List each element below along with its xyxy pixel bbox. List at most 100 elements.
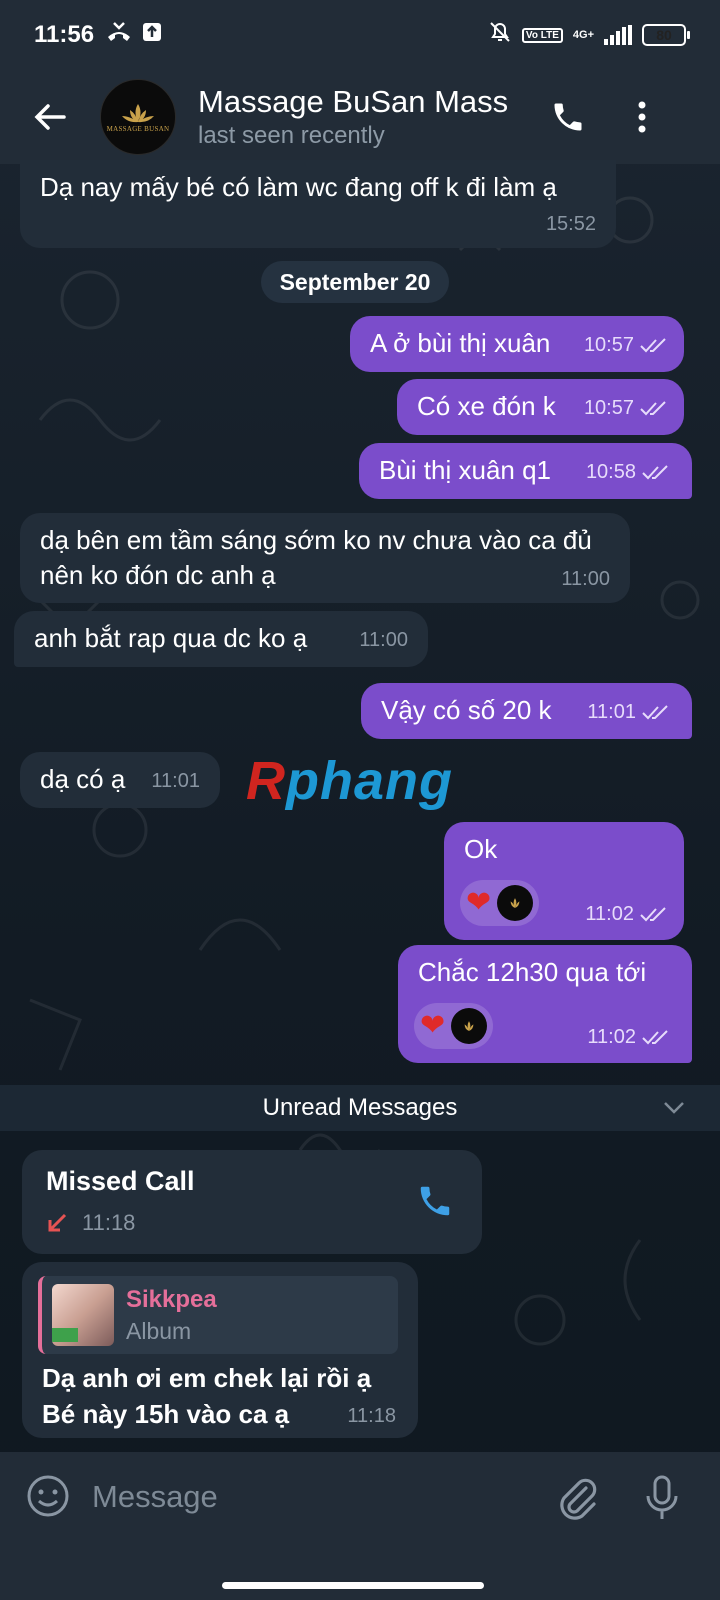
signal-icon	[604, 25, 632, 45]
chat-status: last seen recently	[198, 122, 385, 149]
battery-icon: 80	[642, 24, 690, 46]
message-text: anh bắt rap qua dc ko ạ	[34, 623, 308, 653]
upload-status-icon	[142, 22, 162, 48]
lotus-logo-icon	[464, 1021, 474, 1031]
message-text: Dạ nay mấy bé có làm wc đang off k đi là…	[40, 172, 557, 202]
message-text: Có xe đón k	[417, 391, 556, 421]
chat-avatar[interactable]: MASSAGE BUSAN	[100, 79, 176, 155]
phone-icon	[554, 103, 582, 131]
message-bubble[interactable]: Sikkpea Album Dạ anh ơi em chek lại rồi …	[22, 1262, 418, 1438]
message-meta: 10:57	[584, 391, 670, 426]
microphone-icon	[646, 1475, 678, 1519]
message-time: 11:01	[151, 770, 200, 792]
message-input[interactable]	[92, 1472, 512, 1522]
message-time: 11:00	[359, 629, 408, 651]
missed-call-arrow-icon	[48, 1213, 67, 1232]
lotus-logo-icon	[122, 103, 154, 122]
message-text: Vậy có số 20 k	[381, 695, 552, 725]
message-time: 11:01	[587, 701, 636, 723]
avatar-brand-text: MASSAGE BUSAN	[106, 124, 170, 133]
double-check-icon	[642, 464, 668, 479]
double-check-icon	[642, 704, 668, 719]
unread-messages-divider[interactable]: Unread Messages	[0, 1085, 720, 1131]
message-meta: 10:58	[586, 455, 672, 490]
status-bar: 11:56 Vo LTE 4G+ 80	[0, 0, 720, 70]
reactor-avatar	[497, 885, 534, 921]
call-back-button[interactable]	[416, 1182, 454, 1225]
watermark-logo: Rphang	[246, 750, 453, 812]
heart-reaction-icon: ❤	[466, 886, 492, 919]
watermark-initial: R	[246, 751, 286, 811]
message-bubble[interactable]: Chắc 12h30 qua tới ❤ 11:02	[398, 945, 692, 1063]
battery-level: 80	[656, 27, 672, 43]
message-bubble[interactable]: A ở bùi thị xuân 10:57	[350, 316, 684, 372]
message-meta: 11:02	[585, 897, 670, 932]
message-bubble[interactable]: Dạ nay mấy bé có làm wc đang off k đi là…	[20, 160, 616, 248]
message-time: 10:58	[585, 461, 636, 483]
double-check-icon	[640, 906, 666, 921]
message-text: dạ có ạ	[40, 764, 126, 794]
message-text: Bùi thị xuân q1	[379, 455, 552, 485]
message-meta: 11:02	[587, 1020, 672, 1055]
call-button[interactable]	[538, 87, 598, 147]
back-button[interactable]	[0, 70, 100, 164]
missed-call-title: Missed Call	[46, 1166, 195, 1196]
message-bubble[interactable]: Có xe đón k 10:57	[397, 379, 684, 435]
missed-call-message[interactable]: Missed Call 11:18	[22, 1150, 482, 1254]
lotus-logo-icon	[510, 898, 520, 908]
mute-icon	[488, 20, 512, 51]
double-check-icon	[642, 1029, 668, 1044]
missed-call-meta: 11:18	[46, 1210, 135, 1236]
home-indicator[interactable]	[222, 1582, 484, 1589]
phone-icon	[420, 1186, 450, 1216]
missed-call-status-icon	[106, 21, 132, 49]
message-bubble[interactable]: dạ có ạ 11:01	[20, 752, 220, 808]
chat-header: MASSAGE BUSAN Massage BuSan Mass last se…	[0, 70, 720, 164]
message-time: 11:02	[585, 903, 634, 925]
emoji-button[interactable]	[26, 1474, 70, 1523]
status-time: 11:56	[34, 21, 95, 48]
quoted-type: Album	[126, 1317, 192, 1344]
reactor-avatar	[451, 1008, 488, 1044]
more-options-button[interactable]	[612, 87, 672, 147]
chevron-down-icon	[664, 1102, 684, 1114]
message-time: 10:57	[583, 334, 634, 356]
message-time: 10:57	[583, 397, 634, 419]
message-reactions[interactable]: ❤	[460, 880, 540, 926]
unread-label: Unread Messages	[262, 1094, 458, 1121]
message-time: 11:02	[587, 1026, 636, 1048]
voice-record-button[interactable]	[642, 1474, 682, 1527]
missed-call-time: 11:18	[82, 1210, 136, 1235]
double-check-icon	[640, 400, 666, 415]
heart-reaction-icon: ❤	[420, 1009, 446, 1042]
message-bubble[interactable]: anh bắt rap qua dc ko ạ 11:00	[14, 611, 428, 667]
message-meta: 10:57	[584, 328, 670, 363]
watermark-rest: phang	[286, 751, 453, 811]
double-check-icon	[640, 337, 666, 352]
more-vertical-icon	[638, 101, 646, 133]
message-text: A ở bùi thị xuân	[370, 328, 551, 358]
quoted-author: Sikkpea	[126, 1285, 217, 1313]
quoted-message[interactable]: Sikkpea Album	[38, 1276, 398, 1354]
message-reactions[interactable]: ❤	[414, 1003, 494, 1049]
message-text: Chắc 12h30 qua tới	[418, 957, 647, 987]
message-text: Ok	[464, 834, 498, 864]
message-bubble[interactable]: Vậy có số 20 k 11:01	[361, 683, 692, 739]
album-thumbnail	[52, 1284, 114, 1346]
smiley-icon	[27, 1475, 69, 1517]
date-separator: September 20	[261, 261, 449, 303]
attach-button[interactable]	[556, 1474, 598, 1525]
chat-title-block[interactable]: Massage BuSan Mass last seen recently	[198, 84, 528, 150]
volte-badge: Vo LTE	[521, 27, 563, 43]
message-time: 15:52	[545, 213, 596, 235]
message-composer	[0, 1452, 720, 1600]
message-meta: 11:01	[587, 695, 672, 730]
message-bubble[interactable]: dạ bên em tầm sáng sớm ko nv chưa vào ca…	[20, 513, 630, 603]
message-bubble[interactable]: Ok ❤ 11:02	[444, 822, 684, 940]
arrow-left-icon	[34, 104, 66, 130]
chat-title: Massage BuSan Mass	[198, 84, 509, 119]
paperclip-icon	[560, 1478, 597, 1520]
message-bubble[interactable]: Bùi thị xuân q1 10:58	[359, 443, 692, 499]
network-type: 4G+	[572, 28, 594, 41]
message-time: 11:00	[561, 568, 610, 590]
